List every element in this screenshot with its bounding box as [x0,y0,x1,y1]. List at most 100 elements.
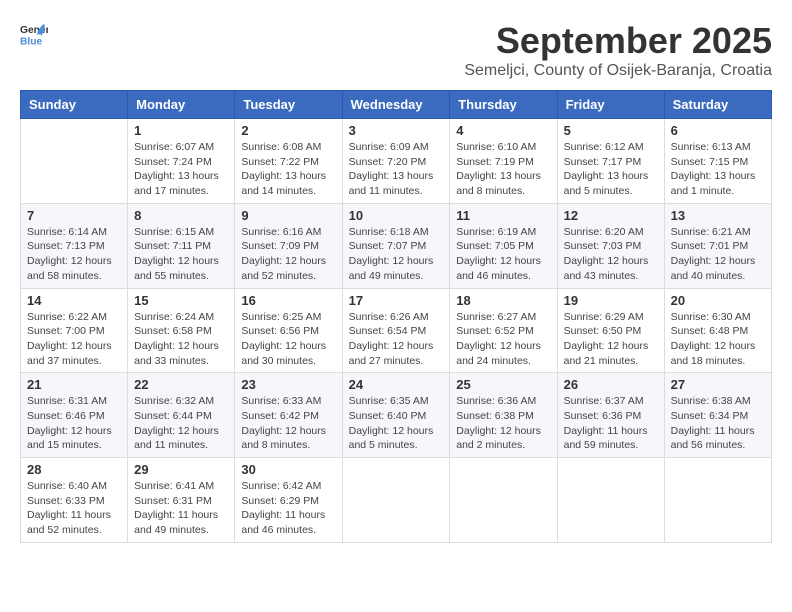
calendar-cell: 22Sunrise: 6:32 AM Sunset: 6:44 PM Dayli… [128,373,235,458]
day-number: 22 [134,377,228,392]
calendar-cell [557,458,664,543]
calendar-week-row: 28 Sunrise: 6:40 AM Sunset: 6:33 PM Dayli… [21,458,772,543]
calendar-cell: 1 Sunrise: 6:07 AM Sunset: 7:24 PM Daylig… [128,119,235,204]
calendar-cell: 5 Sunrise: 6:12 AM Sunset: 7:17 PM Daylig… [557,119,664,204]
day-info: Sunrise: 6:07 AM Sunset: 7:24 PM Dayligh… [134,140,228,199]
day-info: Sunrise: 6:16 AM Sunset: 7:09 PM Dayligh… [241,225,335,284]
day-number: 5 [564,123,658,138]
calendar-week-row: 14Sunrise: 6:22 AM Sunset: 7:00 PM Dayli… [21,288,772,373]
calendar-cell: 19 Sunrise: 6:29 AM Sunset: 6:50 PM Dayli… [557,288,664,373]
day-number: 2 [241,123,335,138]
calendar-cell [664,458,771,543]
day-info: Sunrise: 6:31 AM Sunset: 6:46 PM Dayligh… [27,394,121,453]
calendar-cell: 13Sunrise: 6:21 AM Sunset: 7:01 PM Dayli… [664,203,771,288]
calendar-cell [450,458,557,543]
day-number: 25 [456,377,550,392]
logo-icon: General Blue [20,20,48,48]
calendar-week-row: 7 Sunrise: 6:14 AM Sunset: 7:13 PM Daylig… [21,203,772,288]
day-info: Sunrise: 6:38 AM Sunset: 6:34 PM Dayligh… [671,394,765,453]
calendar-cell: 23 Sunrise: 6:33 AM Sunset: 6:42 PM Dayli… [235,373,342,458]
day-number: 26 [564,377,658,392]
day-info: Sunrise: 6:21 AM Sunset: 7:01 PM Dayligh… [671,225,765,284]
day-number: 20 [671,293,765,308]
day-number: 29 [134,462,228,477]
calendar-cell: 28 Sunrise: 6:40 AM Sunset: 6:33 PM Dayli… [21,458,128,543]
weekday-header-monday: Monday [128,91,235,119]
calendar-cell: 6 Sunrise: 6:13 AM Sunset: 7:15 PM Daylig… [664,119,771,204]
day-info: Sunrise: 6:29 AM Sunset: 6:50 PM Dayligh… [564,310,658,369]
day-number: 30 [241,462,335,477]
day-info: Sunrise: 6:14 AM Sunset: 7:13 PM Dayligh… [27,225,121,284]
day-info: Sunrise: 6:42 AM Sunset: 6:29 PM Dayligh… [241,479,335,538]
calendar-cell: 18 Sunrise: 6:27 AM Sunset: 6:52 PM Dayli… [450,288,557,373]
day-info: Sunrise: 6:13 AM Sunset: 7:15 PM Dayligh… [671,140,765,199]
day-number: 1 [134,123,228,138]
day-info: Sunrise: 6:12 AM Sunset: 7:17 PM Dayligh… [564,140,658,199]
calendar-cell: 17Sunrise: 6:26 AM Sunset: 6:54 PM Dayli… [342,288,450,373]
day-number: 17 [349,293,444,308]
calendar-cell: 2Sunrise: 6:08 AM Sunset: 7:22 PM Daylig… [235,119,342,204]
calendar-cell [21,119,128,204]
day-number: 10 [349,208,444,223]
day-number: 4 [456,123,550,138]
day-info: Sunrise: 6:33 AM Sunset: 6:42 PM Dayligh… [241,394,335,453]
calendar-cell: 9 Sunrise: 6:16 AM Sunset: 7:09 PM Daylig… [235,203,342,288]
calendar-cell: 10 Sunrise: 6:18 AM Sunset: 7:07 PM Dayli… [342,203,450,288]
calendar-cell: 20 Sunrise: 6:30 AM Sunset: 6:48 PM Dayli… [664,288,771,373]
month-title: September 2025 [464,20,772,62]
calendar-week-row: 1 Sunrise: 6:07 AM Sunset: 7:24 PM Daylig… [21,119,772,204]
day-number: 8 [134,208,228,223]
day-number: 9 [241,208,335,223]
calendar-cell: 29Sunrise: 6:41 AM Sunset: 6:31 PM Dayli… [128,458,235,543]
calendar-cell: 11 Sunrise: 6:19 AM Sunset: 7:05 PM Dayli… [450,203,557,288]
weekday-header-tuesday: Tuesday [235,91,342,119]
day-info: Sunrise: 6:15 AM Sunset: 7:11 PM Dayligh… [134,225,228,284]
day-number: 12 [564,208,658,223]
day-info: Sunrise: 6:10 AM Sunset: 7:19 PM Dayligh… [456,140,550,199]
day-number: 6 [671,123,765,138]
day-number: 19 [564,293,658,308]
logo: General Blue [20,20,48,48]
day-info: Sunrise: 6:27 AM Sunset: 6:52 PM Dayligh… [456,310,550,369]
header: General Blue September 2025 Semeljci, Co… [20,20,772,80]
weekday-header-wednesday: Wednesday [342,91,450,119]
day-number: 27 [671,377,765,392]
day-info: Sunrise: 6:40 AM Sunset: 6:33 PM Dayligh… [27,479,121,538]
day-number: 21 [27,377,121,392]
day-number: 11 [456,208,550,223]
weekday-header-friday: Friday [557,91,664,119]
calendar-cell: 7 Sunrise: 6:14 AM Sunset: 7:13 PM Daylig… [21,203,128,288]
calendar-cell: 12Sunrise: 6:20 AM Sunset: 7:03 PM Dayli… [557,203,664,288]
day-number: 18 [456,293,550,308]
day-number: 23 [241,377,335,392]
calendar-cell: 3Sunrise: 6:09 AM Sunset: 7:20 PM Daylig… [342,119,450,204]
day-number: 16 [241,293,335,308]
day-info: Sunrise: 6:35 AM Sunset: 6:40 PM Dayligh… [349,394,444,453]
location-title: Semeljci, County of Osijek-Baranja, Croa… [464,62,772,80]
day-number: 28 [27,462,121,477]
calendar-cell: 14Sunrise: 6:22 AM Sunset: 7:00 PM Dayli… [21,288,128,373]
day-info: Sunrise: 6:19 AM Sunset: 7:05 PM Dayligh… [456,225,550,284]
weekday-header-saturday: Saturday [664,91,771,119]
calendar-cell: 26 Sunrise: 6:37 AM Sunset: 6:36 PM Dayli… [557,373,664,458]
calendar-cell: 15Sunrise: 6:24 AM Sunset: 6:58 PM Dayli… [128,288,235,373]
title-area: September 2025 Semeljci, County of Osije… [464,20,772,80]
calendar-cell: 8 Sunrise: 6:15 AM Sunset: 7:11 PM Daylig… [128,203,235,288]
calendar-cell: 30 Sunrise: 6:42 AM Sunset: 6:29 PM Dayli… [235,458,342,543]
calendar-cell: 25 Sunrise: 6:36 AM Sunset: 6:38 PM Dayli… [450,373,557,458]
calendar-table: SundayMondayTuesdayWednesdayThursdayFrid… [20,90,772,543]
calendar-cell: 16Sunrise: 6:25 AM Sunset: 6:56 PM Dayli… [235,288,342,373]
weekday-header-thursday: Thursday [450,91,557,119]
day-number: 15 [134,293,228,308]
calendar-cell [342,458,450,543]
day-info: Sunrise: 6:37 AM Sunset: 6:36 PM Dayligh… [564,394,658,453]
day-info: Sunrise: 6:30 AM Sunset: 6:48 PM Dayligh… [671,310,765,369]
day-number: 7 [27,208,121,223]
day-info: Sunrise: 6:36 AM Sunset: 6:38 PM Dayligh… [456,394,550,453]
calendar-cell: 21 Sunrise: 6:31 AM Sunset: 6:46 PM Dayli… [21,373,128,458]
day-info: Sunrise: 6:09 AM Sunset: 7:20 PM Dayligh… [349,140,444,199]
day-info: Sunrise: 6:18 AM Sunset: 7:07 PM Dayligh… [349,225,444,284]
day-number: 24 [349,377,444,392]
svg-text:Blue: Blue [20,36,43,47]
weekday-header-sunday: Sunday [21,91,128,119]
